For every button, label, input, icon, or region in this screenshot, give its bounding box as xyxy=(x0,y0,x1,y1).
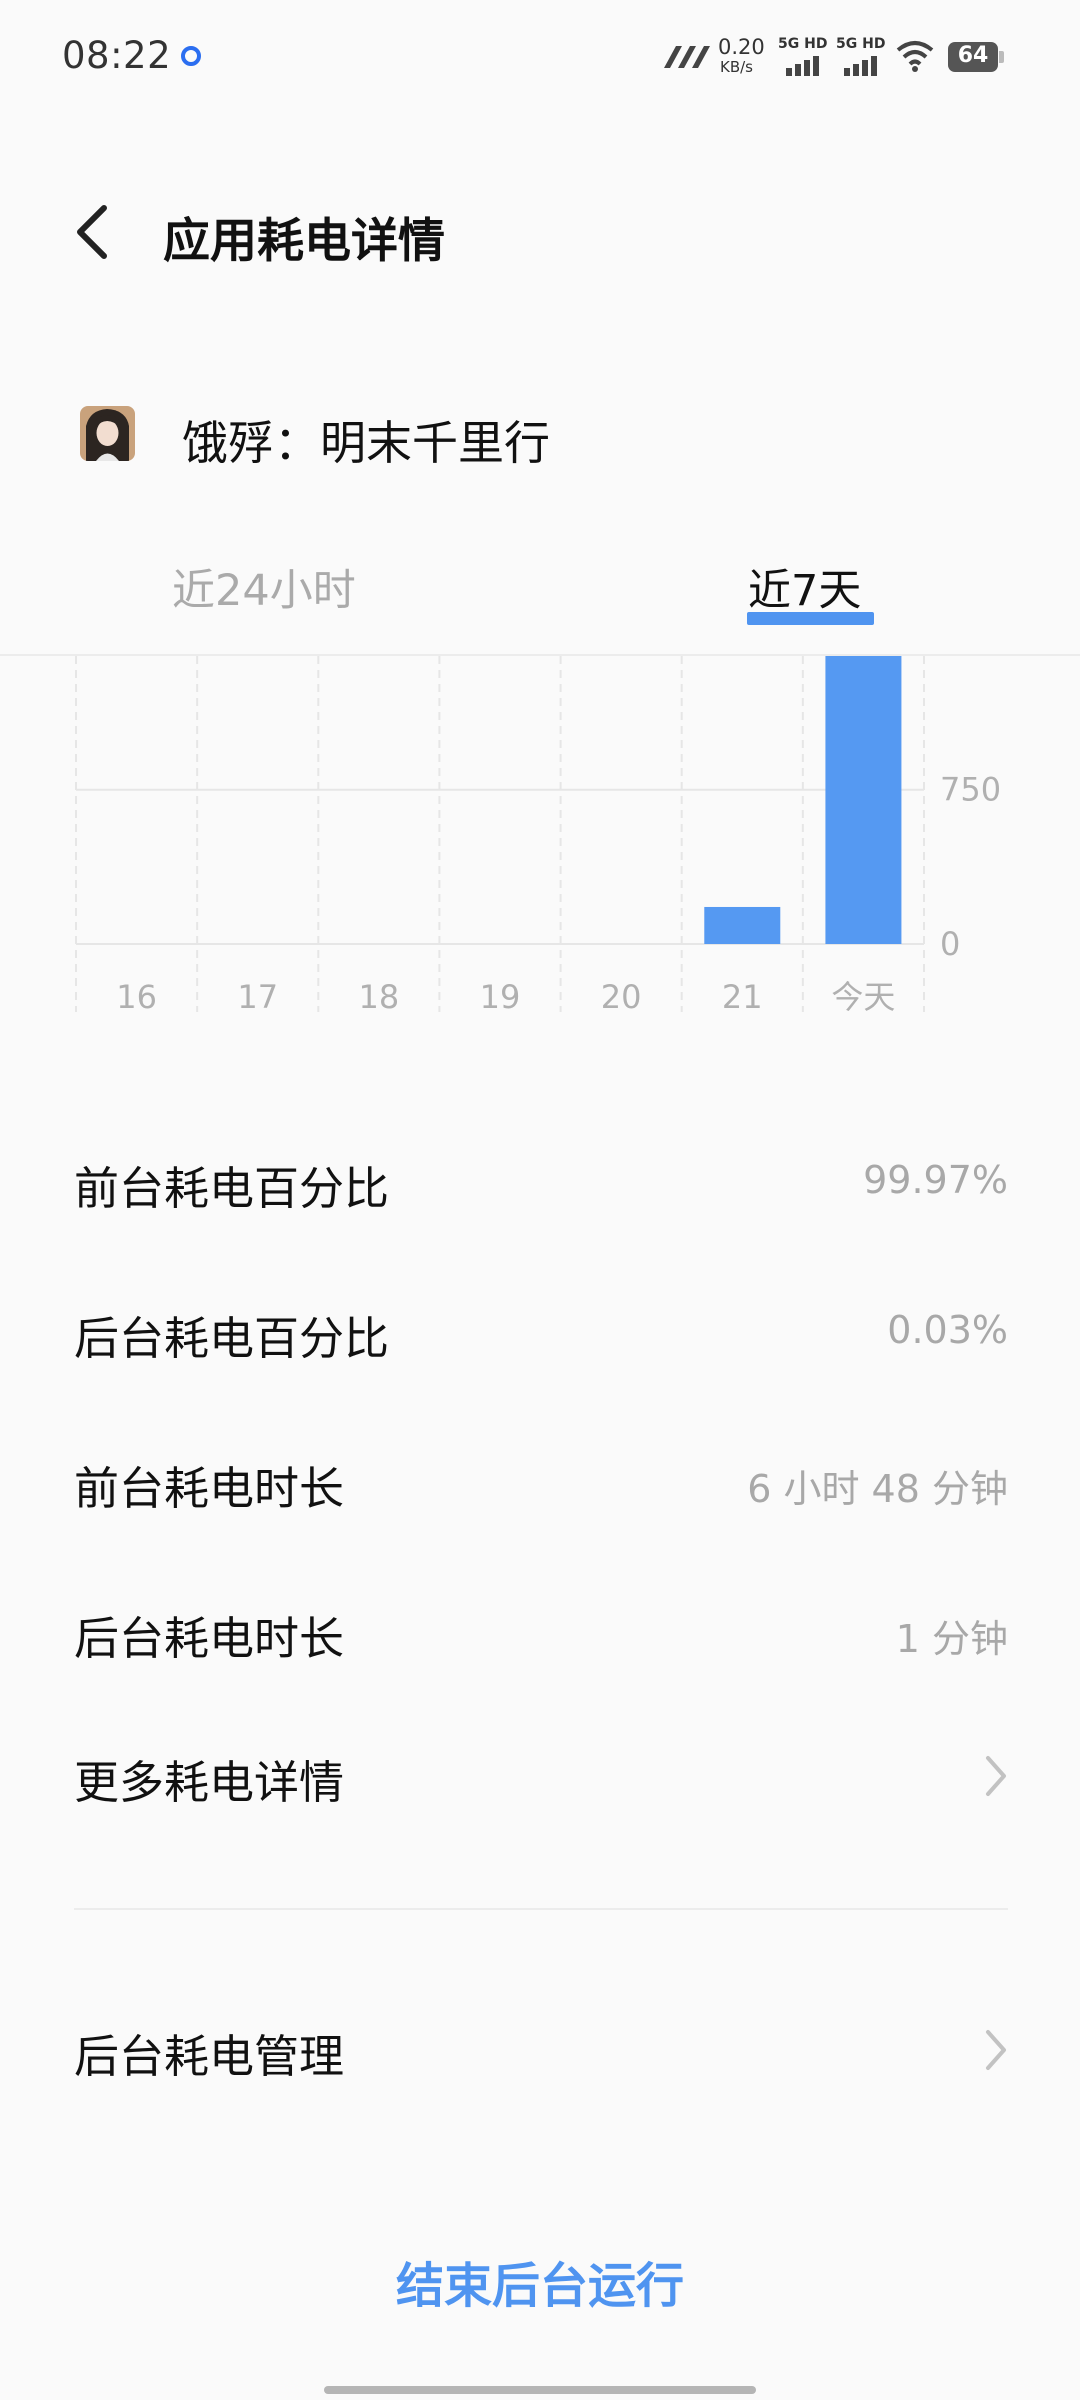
background-percentage-value: 0.03% xyxy=(887,1308,1008,1352)
background-duration-value: 1 分钟 xyxy=(895,1617,1008,1661)
x-tick-label: 20 xyxy=(601,978,642,1016)
tab-7-days[interactable]: 近7天 xyxy=(748,556,861,618)
more-details-row[interactable]: 更多耗电详情 xyxy=(0,1720,1080,1830)
bar-21 xyxy=(704,906,781,944)
bar-今天 xyxy=(825,656,902,944)
back-arrow-icon[interactable] xyxy=(68,202,114,262)
x-tick-label: 今天 xyxy=(831,978,895,1016)
more-details-label: 更多耗电详情 xyxy=(74,1756,345,1809)
x-tick-label: 16 xyxy=(116,978,157,1016)
section-divider xyxy=(74,1908,1008,1910)
y-tick-label: 0 xyxy=(940,925,960,963)
foreground-duration-label: 前台耗电时长 xyxy=(74,1462,345,1515)
foreground-percentage-value: 99.97% xyxy=(863,1158,1008,1202)
sim2-label: 5G HD xyxy=(836,36,886,52)
tab-24-hours[interactable]: 近24小时 xyxy=(172,556,356,618)
app-avatar-icon xyxy=(80,406,135,461)
x-tick-label: 18 xyxy=(358,978,399,1016)
foreground-percentage-label: 前台耗电百分比 xyxy=(74,1162,390,1215)
sim1-label: 5G HD xyxy=(778,36,828,52)
battery-cap xyxy=(999,51,1004,63)
app-icon xyxy=(80,406,135,461)
foreground-duration-value: 6 小时 48 分钟 xyxy=(747,1467,1008,1511)
app-notification-icon xyxy=(181,46,201,66)
background-percentage-label: 后台耗电百分比 xyxy=(74,1312,390,1365)
chevron-right-icon xyxy=(986,2030,1006,2070)
status-bar: 08:22 0.20 KB/s 5G HD 5G HD 64 xyxy=(0,0,1080,110)
network-speed-value: 0.20 xyxy=(718,35,765,59)
tab-selected-indicator xyxy=(747,612,874,625)
page-title: 应用耗电详情 xyxy=(163,214,445,269)
background-duration-label: 后台耗电时长 xyxy=(74,1612,345,1665)
x-tick-label: 21 xyxy=(722,978,763,1016)
x-tick-label: 17 xyxy=(237,978,278,1016)
end-background-button[interactable]: 结束后台运行 xyxy=(0,2246,1080,2316)
chevron-right-icon xyxy=(986,1756,1006,1796)
signal-icon xyxy=(844,56,877,76)
status-indicators: 0.20 KB/s 5G HD 5G HD 64 xyxy=(660,28,1080,88)
signal-icon xyxy=(786,56,819,76)
background-management-row[interactable]: 后台耗电管理 xyxy=(0,1994,1080,2104)
battery-level: 64 xyxy=(957,43,989,68)
status-time: 08:22 xyxy=(62,34,172,77)
y-tick-label: 750 xyxy=(940,771,1001,809)
wifi-icon xyxy=(896,41,934,72)
home-indicator[interactable] xyxy=(324,2386,756,2394)
app-name: 饿殍：明末千里行 xyxy=(182,416,550,470)
x-tick-label: 19 xyxy=(480,978,521,1016)
power-usage-chart: 0 750 16 17 18 19 20 21 今天 xyxy=(75,656,1001,1016)
background-management-label: 后台耗电管理 xyxy=(74,2030,345,2083)
network-speed-unit: KB/s xyxy=(720,58,753,76)
carrier-logo-icon xyxy=(664,46,710,68)
